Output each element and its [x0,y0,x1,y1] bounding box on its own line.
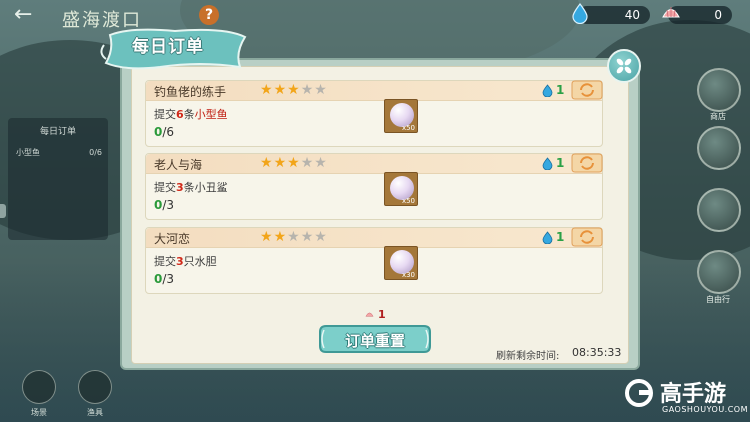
star-empty-icon: ★ [300,155,315,171]
free-travel-label: 自由行 [706,295,730,304]
shell-count: 0 [714,8,722,22]
order-reward: 1 [556,83,565,97]
reward-item-slot[interactable]: x50 [384,172,418,206]
reward-item-count: x50 [401,197,415,205]
difficulty-stars: ★★★★★ [260,229,328,245]
watermark-brand: 高手游 [660,382,727,407]
reset-cost: 1 [378,308,386,321]
side-button-3[interactable] [697,188,741,232]
task-prefix: 提交 [154,181,176,194]
order-card-header: 钓鱼佬的练手 ★★★★★ 1 [146,79,603,101]
star-empty-icon: ★ [314,229,328,245]
star-filled-icon: ★ [273,229,288,245]
shell-cost-icon [365,312,374,317]
water-drop-icon [572,3,588,24]
shop-button-label: 商店 [710,112,726,121]
refresh-countdown-label: 刷新剩余时间: [496,351,560,362]
shop-button[interactable] [697,68,741,112]
task-amount: 3 [176,181,184,194]
order-card: 钓鱼佬的练手 ★★★★★ 1 提交6条小型鱼 0/6 x50 [145,80,603,147]
summary-row: 小型鱼 0/6 [16,146,102,160]
task-measure: 条 [183,108,195,121]
refresh-order-button[interactable] [571,226,603,248]
order-reward: 1 [556,156,565,170]
order-card: 老人与海 ★★★★★ 1 提交3条小丑鲨 0/3 x50 [145,153,603,220]
order-progress: 0/3 [154,198,174,212]
refresh-order-button[interactable] [571,152,603,174]
panel-title: 每日订单 [132,37,204,57]
shell-icon [662,7,680,18]
water-drop-icon [542,84,553,97]
free-travel-button[interactable] [697,250,741,294]
progress-total: /3 [162,198,175,212]
star-filled-icon: ★ [287,155,301,171]
star-filled-icon: ★ [260,82,274,98]
star-empty-icon: ★ [287,229,301,245]
daily-order-summary: 每日订单 小型鱼 0/6 [8,118,108,240]
order-reward: 1 [556,230,565,244]
order-card-header: 老人与海 ★★★★★ 1 [146,152,603,174]
refresh-order-button[interactable] [571,79,603,101]
expand-handle[interactable] [0,204,6,218]
refresh-countdown-time: 08:35:33 [572,346,622,359]
task-measure: 只 [183,255,195,268]
order-task: 提交3只水胆 [154,253,217,269]
task-measure: 条 [183,181,195,194]
task-target: 小型鱼 [194,108,228,121]
tackle-button-label: 渔具 [87,408,103,417]
reward-item-count: x30 [401,271,415,279]
difficulty-stars: ★★★★★ [260,82,328,98]
order-reset-button[interactable]: 订单重置 [318,330,432,351]
star-filled-icon: ★ [273,155,288,171]
order-card-header: 大河恋 ★★★★★ 1 [146,226,603,248]
close-icon [616,58,632,74]
back-button[interactable]: ← [14,4,44,28]
star-empty-icon: ★ [300,82,315,98]
close-button[interactable] [607,49,641,83]
task-amount: 6 [176,108,184,121]
scene-button-label: 场景 [31,408,47,417]
progress-total: /3 [162,272,175,286]
star-filled-icon: ★ [287,82,301,98]
task-amount: 3 [176,255,184,268]
summary-title: 每日订单 [39,127,76,137]
order-task: 提交6条小型鱼 [154,106,228,122]
water-drop-icon [542,157,553,170]
progress-total: /6 [162,125,175,139]
water-count: 40 [624,8,640,22]
star-empty-icon: ★ [300,229,315,245]
reward-item-slot[interactable]: x50 [384,99,418,133]
summary-row-label: 小型鱼 [16,148,40,157]
help-button[interactable]: ? [199,5,219,25]
order-title: 大河恋 [154,232,191,246]
star-filled-icon: ★ [260,155,274,171]
task-prefix: 提交 [154,108,176,121]
task-target: 水胆 [194,255,217,268]
watermark-url: GAOSHOUYOU.COM [662,405,749,414]
summary-row [16,173,102,187]
order-task: 提交3条小丑鲨 [154,179,228,195]
gaoshouyou-logo-icon [625,379,653,407]
order-progress: 0/6 [154,125,174,139]
order-card: 大河恋 ★★★★★ 1 提交3只水胆 0/3 x30 [145,227,603,294]
reward-item-count: x50 [401,124,415,132]
summary-row-value: 0/6 [89,148,102,157]
difficulty-stars: ★★★★★ [260,155,328,171]
star-filled-icon: ★ [273,82,288,98]
summary-row [16,200,102,214]
star-empty-icon: ★ [314,155,328,171]
star-empty-icon: ★ [314,82,328,98]
water-drop-icon [542,231,553,244]
order-title: 老人与海 [154,158,203,172]
order-progress: 0/3 [154,272,174,286]
tackle-button[interactable] [78,370,112,404]
scene-button[interactable] [22,370,56,404]
task-target: 小丑鲨 [194,181,228,194]
reward-item-slot[interactable]: x30 [384,246,418,280]
order-title: 钓鱼佬的练手 [154,85,227,99]
side-button-2[interactable] [697,126,741,170]
star-filled-icon: ★ [260,229,274,245]
task-prefix: 提交 [154,255,176,268]
